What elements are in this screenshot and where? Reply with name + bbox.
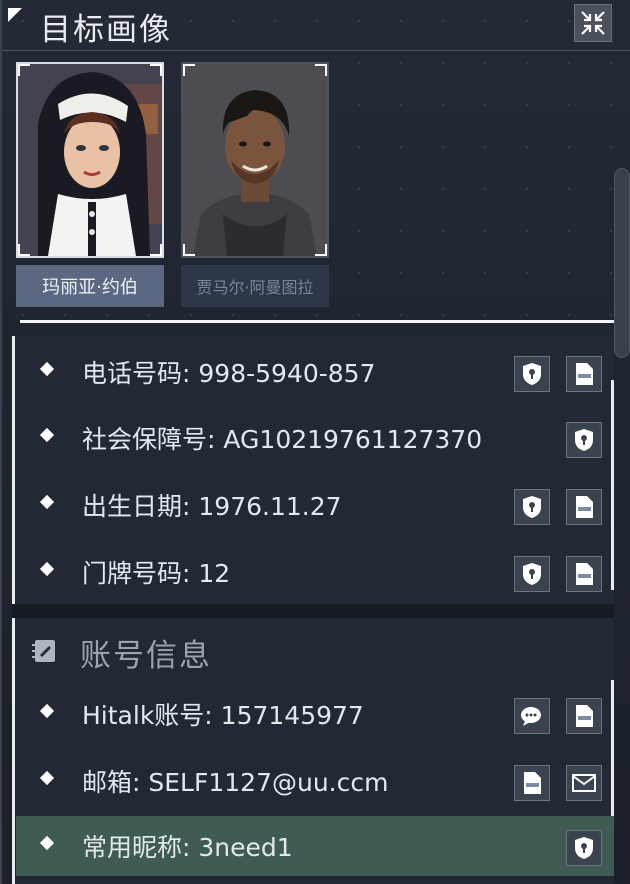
info-row-birthdate: 出生日期: 1976.11.27 (16, 475, 614, 535)
diamond-bullet-icon (39, 561, 55, 577)
info-row-email: 邮箱: SELF1127@uu.ccm (16, 751, 614, 811)
document-button[interactable] (566, 556, 602, 592)
info-row-house-number: 门牌号码: 12 (16, 542, 614, 602)
panel-header: 目标画像 (2, 0, 630, 51)
document-icon (576, 363, 593, 385)
shield-icon (523, 363, 541, 385)
document-button[interactable] (514, 765, 550, 801)
info-value: AG10219761127370 (223, 425, 483, 454)
info-label: 常用昵称 (82, 833, 183, 862)
shield-button[interactable] (514, 556, 550, 592)
shield-button[interactable] (514, 356, 550, 392)
document-button[interactable] (566, 356, 602, 392)
nun-portrait-image (18, 64, 162, 256)
info-row-ssn: 社会保障号: AG10219761127370 (16, 408, 614, 468)
diamond-bullet-icon (39, 427, 55, 443)
info-row-phone: 电话号码: 998-5940-857 (16, 342, 614, 402)
diamond-bullet-icon (39, 703, 55, 719)
info-label: 门牌号码 (82, 559, 183, 588)
mail-button[interactable] (566, 765, 602, 801)
divider (20, 320, 616, 323)
shield-icon (523, 496, 541, 518)
chat-button[interactable] (514, 698, 550, 734)
document-icon (576, 705, 593, 727)
notebook-icon (32, 640, 55, 662)
target-portrait-2[interactable] (181, 62, 329, 258)
info-value: 12 (198, 559, 231, 588)
info-label: 邮箱 (82, 768, 133, 797)
target-name-tab-2[interactable]: 贾马尔·阿曼图拉 (181, 265, 329, 307)
diamond-bullet-icon (39, 770, 55, 786)
shield-button[interactable] (566, 830, 602, 866)
diamond-bullet-icon (39, 835, 55, 851)
info-label: 出生日期 (82, 492, 183, 521)
info-row-nickname: 常用昵称: 3need1 (16, 816, 614, 876)
diamond-bullet-icon (39, 361, 55, 377)
document-icon (576, 563, 593, 585)
chat-icon (521, 707, 541, 726)
info-label: 社会保障号 (82, 425, 208, 454)
shield-icon (575, 429, 593, 451)
mail-icon (572, 774, 596, 792)
minimize-arrows-icon (581, 11, 605, 35)
target-profile-panel: 目标画像 玛丽亚·约伯 贾马尔·阿曼图拉 电话号码: 998-5940-857 … (0, 0, 630, 884)
document-button[interactable] (566, 698, 602, 734)
scrollbar-thumb[interactable] (614, 168, 630, 358)
document-icon (524, 772, 541, 794)
diamond-bullet-icon (39, 494, 55, 510)
info-value: 998-5940-857 (198, 359, 376, 388)
collapse-button[interactable] (574, 4, 612, 42)
target-portrait-1[interactable] (16, 62, 164, 258)
info-label: 电话号码 (82, 359, 183, 388)
corner-triangle-icon (8, 8, 22, 22)
shield-icon (523, 563, 541, 585)
man-portrait-image (183, 64, 327, 256)
info-value: SELF1127@uu.ccm (148, 768, 389, 797)
info-label: Hitalk账号 (82, 701, 205, 730)
document-button[interactable] (566, 489, 602, 525)
account-section-header: 账号信息 (32, 630, 332, 674)
target-name-tab-1[interactable]: 玛丽亚·约伯 (16, 265, 164, 307)
panel-title: 目标画像 (40, 12, 172, 48)
shield-icon (575, 837, 593, 859)
info-value: 1976.11.27 (198, 492, 342, 521)
info-value: 3need1 (198, 833, 293, 862)
shield-button[interactable] (566, 422, 602, 458)
document-icon (576, 496, 593, 518)
info-value: 157145977 (220, 701, 364, 730)
info-row-hitalk: Hitalk账号: 157145977 (16, 684, 614, 744)
shield-button[interactable] (514, 489, 550, 525)
account-section-title: 账号信息 (80, 638, 212, 674)
